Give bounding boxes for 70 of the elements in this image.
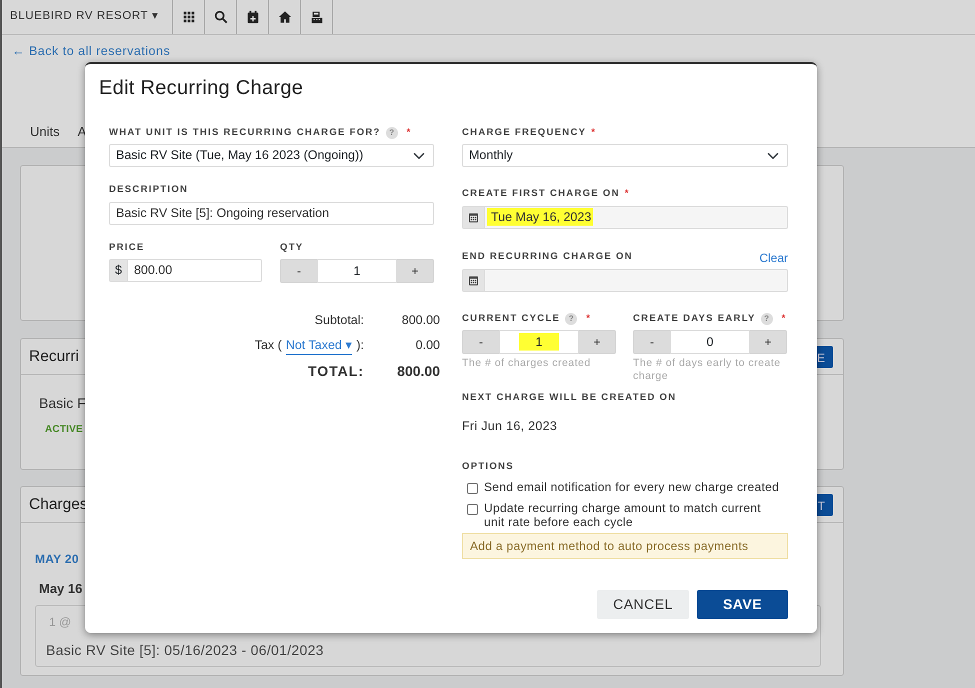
tax-label: Tax (: [254, 336, 282, 354]
card-title: Charges: [29, 494, 88, 515]
field-label: QTY: [280, 240, 304, 254]
price-field[interactable]: 800.00: [126, 258, 262, 282]
status-label: ACTIVE: [45, 423, 83, 437]
next-charge-date: Fri Jun 16, 2023: [462, 418, 558, 436]
total-label: TOTAL:: [306, 362, 364, 382]
calendar-icon: [468, 212, 479, 222]
decrement-button[interactable]: -: [633, 330, 671, 354]
tax-value: 0.00: [414, 336, 440, 354]
cancel-button[interactable]: CANCEL: [597, 590, 689, 620]
subtotal-value: 800.00: [400, 312, 440, 329]
calendar-icon[interactable]: [246, 10, 260, 24]
dialog-title: Edit Recurring Charge: [99, 76, 304, 100]
property-menu-button[interactable]: BLUEBIRD RV RESORT ▾: [2, 0, 173, 34]
date-field[interactable]: [484, 268, 788, 292]
checkbox[interactable]: [467, 483, 478, 494]
info-notice: Add a payment method to auto process payments: [462, 533, 788, 560]
cash-register-icon[interactable]: [310, 10, 324, 24]
total-value: 800.00: [396, 362, 440, 382]
field-label: CHARGE FREQUENCY: [462, 126, 586, 140]
day-heading: May 16: [39, 580, 82, 598]
search-icon[interactable]: [214, 10, 228, 24]
entry-quantity: 1 @: [48, 614, 72, 631]
card-title: Recurri: [29, 346, 79, 367]
tax-rate-dropdown[interactable]: Not Taxed ▾: [286, 336, 352, 356]
required-mark: *: [586, 312, 592, 326]
subtotal-label: Subtotal:: [314, 312, 364, 329]
month-heading: MAY 20: [35, 551, 79, 568]
number-field[interactable]: 0: [670, 330, 750, 354]
field-label: CREATE DAYS EARLY: [633, 312, 756, 326]
recurring-charge-name: Basic F: [39, 394, 86, 413]
field-label: CURRENT CYCLE: [462, 312, 560, 326]
home-icon[interactable]: [278, 10, 292, 24]
decrement-button[interactable]: -: [280, 258, 318, 283]
clear-link[interactable]: Clear: [759, 248, 788, 266]
checkbox[interactable]: [467, 504, 478, 515]
required-mark: *: [406, 126, 412, 140]
field-label: OPTIONS: [462, 460, 514, 474]
tax-label-close: ):: [356, 336, 364, 354]
required-mark: *: [591, 126, 596, 140]
save-button[interactable]: SAVE: [697, 590, 788, 620]
field-label: END RECURRING CHARGE ON: [462, 250, 633, 264]
unit-select[interactable]: Basic RV Site (Tue, May 16 2023 (Ongoing)): [109, 144, 434, 168]
increment-button[interactable]: +: [749, 330, 787, 354]
entry-description: Basic RV Site [5]: 05/16/2023 - 06/01/2023: [46, 640, 325, 660]
field-label: CREATE FIRST CHARGE ON: [462, 187, 620, 202]
frequency-select[interactable]: Monthly: [462, 144, 788, 168]
field-label: NEXT CHARGE WILL BE CREATED ON: [462, 391, 676, 405]
date-field[interactable]: Tue May 16, 2023: [484, 206, 788, 228]
tab[interactable]: Units: [30, 120, 60, 143]
field-hint: The # of days early to create charge: [633, 356, 782, 383]
option-label: Send email notification for every new charge created: [484, 480, 780, 495]
increment-button[interactable]: +: [578, 330, 616, 354]
field-label: WHAT UNIT IS THIS RECURRING CHARGE FOR?: [109, 126, 381, 140]
required-mark: *: [782, 312, 787, 326]
currency-prefix: $: [109, 258, 128, 282]
field-hint: The # of charges created: [462, 356, 592, 370]
back-link[interactable]: ← Back to all reservations: [12, 44, 170, 58]
calendar-icon: [468, 274, 479, 286]
required-mark: *: [624, 187, 630, 202]
increment-button[interactable]: +: [396, 258, 434, 283]
field-label: PRICE: [109, 240, 145, 254]
description-field[interactable]: Basic RV Site [5]: Ongoing reservation: [109, 202, 434, 224]
number-field[interactable]: 1: [499, 330, 579, 354]
option-label: Update recurring charge amount to match current unit rate before each cycle: [484, 500, 762, 530]
field-label: DESCRIPTION: [109, 183, 188, 198]
decrement-button[interactable]: -: [462, 330, 500, 354]
number-field[interactable]: 1: [317, 258, 397, 283]
grid-icon[interactable]: [182, 10, 196, 24]
